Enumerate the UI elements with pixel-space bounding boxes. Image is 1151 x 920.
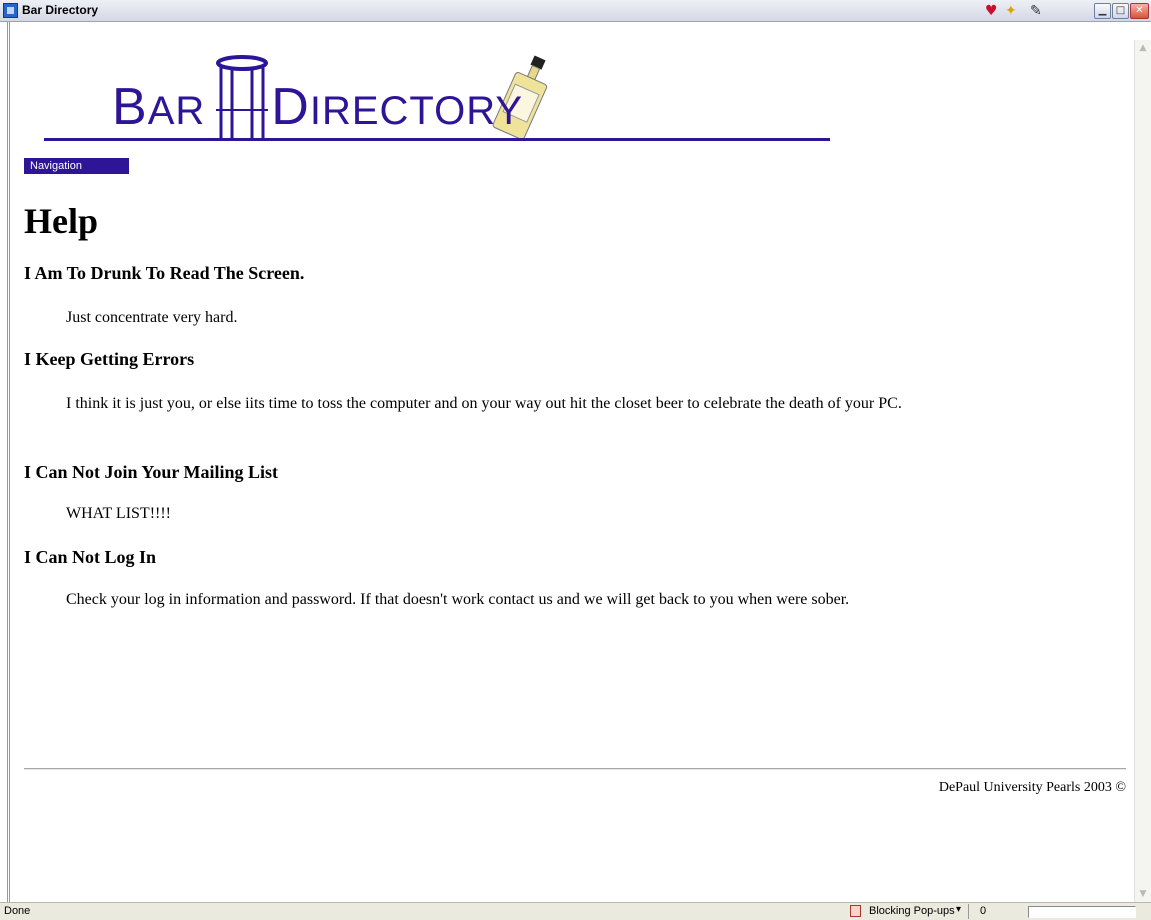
logo-underline [44, 138, 830, 141]
faq-question: I Am To Drunk To Read The Screen. [24, 263, 305, 283]
faq-answer: Just concentrate very hard. [66, 309, 238, 326]
chevron-down-icon[interactable]: ▾ [956, 904, 961, 915]
faq-question: I Keep Getting Errors [24, 349, 195, 369]
faq-question: I Can Not Log In [24, 547, 157, 567]
logo-text-ar: AR [147, 89, 206, 133]
faq-answer: WHAT LIST!!!! [66, 505, 172, 522]
navigation-button[interactable]: Navigation [24, 158, 129, 174]
bar-directory-logo[interactable]: BAR DIRECTORY [44, 55, 830, 147]
scroll-down-icon[interactable]: ▼ [1135, 886, 1151, 902]
status-bar: Done Blocking Pop-ups ▾ 0 [0, 902, 1151, 920]
star-add-icon[interactable]: ✦ [1005, 2, 1017, 20]
window-title: Bar Directory [22, 3, 99, 17]
logo-initial-d: D [271, 78, 310, 136]
close-button[interactable]: ✕ [1130, 3, 1149, 19]
vertical-scrollbar[interactable]: ▲ ▼ [1134, 40, 1151, 902]
popup-blocker-icon[interactable] [850, 905, 861, 917]
faq-question: I Can Not Join Your Mailing List [24, 462, 279, 482]
popup-blocker-label[interactable]: Blocking Pop-ups [869, 905, 955, 917]
footer-copyright: DePaul University Pearls 2003 © [938, 780, 1126, 795]
status-divider [968, 904, 969, 919]
close-icon: ✕ [1135, 5, 1144, 16]
heart-icon[interactable]: ♥ [985, 2, 998, 20]
scroll-up-icon[interactable]: ▲ [1135, 40, 1151, 56]
logo-wordmark: BAR DIRECTORY [112, 81, 523, 133]
frame-border [0, 22, 10, 902]
minimize-button[interactable]: ▁ [1094, 3, 1111, 19]
progress-bar [1028, 906, 1136, 918]
status-text: Done [4, 905, 31, 917]
faq-answer: I think it is just you, or else iits tim… [66, 395, 902, 412]
app-icon [3, 3, 18, 18]
faq-answer: Check your log in information and passwo… [66, 591, 850, 608]
maximize-icon: □ [1115, 5, 1126, 16]
blocked-count: 0 [980, 905, 987, 917]
maximize-button[interactable]: □ [1112, 3, 1129, 19]
minimize-icon: ▁ [1098, 5, 1107, 16]
page-title: Help [24, 201, 99, 241]
edit-icon[interactable]: ✎ [1030, 2, 1042, 20]
window-title-bar: Bar Directory ♥ ✦ ✎ ▁ □ ✕ [0, 0, 1151, 22]
logo-text-irectory: IRECTORY [309, 89, 524, 133]
footer-divider [24, 768, 1126, 770]
logo-initial-b: B [112, 78, 148, 136]
navigation-label: Navigation [30, 160, 82, 172]
